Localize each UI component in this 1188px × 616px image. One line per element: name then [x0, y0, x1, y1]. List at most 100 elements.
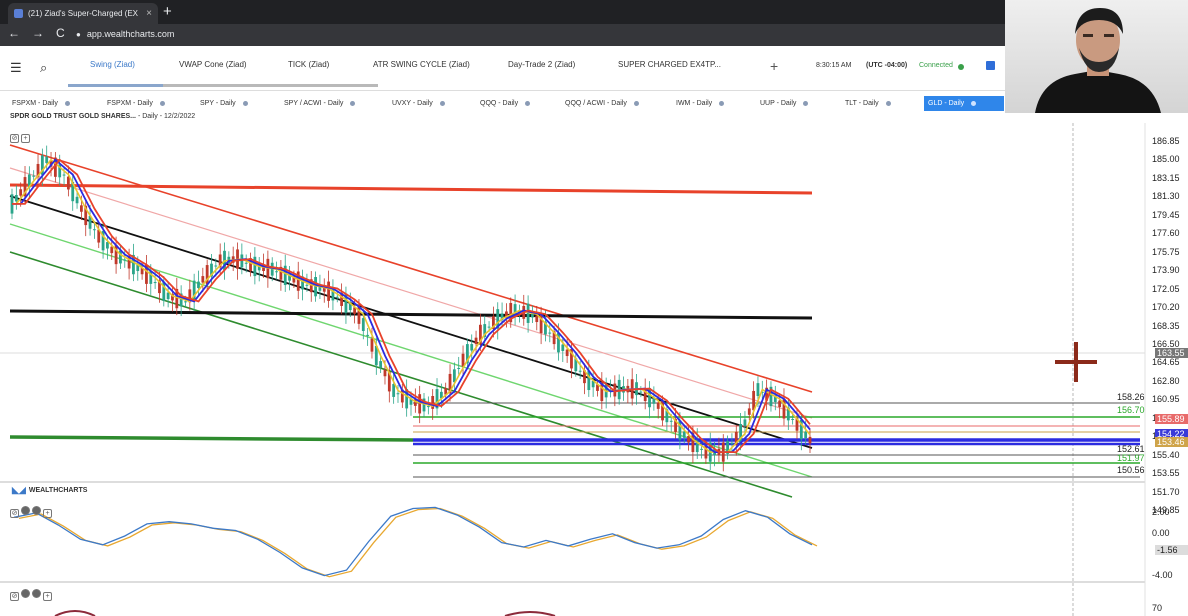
close-icon[interactable] [32, 589, 41, 598]
candle-body [93, 229, 96, 231]
candle-body [153, 282, 157, 284]
level-label: 150.56 [1117, 465, 1145, 475]
candle-body [275, 271, 278, 273]
candle-body [62, 174, 66, 176]
expand-icon[interactable]: + [43, 592, 52, 601]
reload-icon[interactable]: C [56, 26, 65, 40]
symbol-tab-dot-icon[interactable] [439, 101, 445, 106]
candle-body [682, 431, 686, 438]
candle-body [578, 370, 582, 372]
level-label: 156.70 [1117, 405, 1145, 415]
symbol-tab[interactable]: QQQ / ACWI - Daily [561, 96, 669, 111]
forward-arrow-icon[interactable]: → [32, 26, 44, 40]
candle-body [379, 361, 383, 368]
candle-body [743, 419, 747, 426]
price-chart[interactable] [0, 123, 1188, 616]
lower-pane-mark [504, 611, 556, 616]
candle-body [110, 246, 114, 254]
candle-body [19, 189, 23, 196]
symbol-tab[interactable]: UVXY - Daily [388, 96, 473, 111]
candle-body [32, 175, 36, 177]
url-text: app.wealthcharts.com [86, 29, 175, 39]
clock-time: 8:30:15 AM [816, 62, 852, 69]
symbol-tab-dot-icon[interactable] [525, 101, 531, 106]
horizontal-resistance-black [9, 309, 813, 320]
level-label: 155.89 [1155, 414, 1188, 424]
candle-body [535, 315, 539, 323]
tab-atr-swing-cycle[interactable]: ATR SWING CYCLE (Ziad) [373, 60, 470, 69]
settings-icon[interactable] [21, 589, 30, 598]
close-icon[interactable] [32, 506, 41, 515]
save-icon[interactable] [986, 61, 995, 70]
candle-body [366, 334, 370, 336]
horizontal-resistance-red [9, 183, 813, 195]
chart-info: SPDR GOLD TRUST GOLD SHARES... - Daily -… [10, 113, 195, 120]
candle-body [778, 400, 782, 408]
instrument-name: SPDR GOLD TRUST GOLD SHARES... [10, 113, 137, 120]
symbol-tab[interactable]: SPY - Daily [196, 96, 276, 111]
symbol-tab-label: FSPXM - Daily [12, 100, 58, 107]
symbol-tab-label: GLD - Daily [928, 100, 965, 107]
url-field[interactable]: ● app.wealthcharts.com [76, 29, 174, 39]
price-axis-tick: 153.55 [1152, 468, 1180, 479]
settings-icon[interactable] [21, 506, 30, 515]
oscillator-axis-tick: 0.00 [1152, 528, 1170, 538]
candle-body [561, 344, 565, 351]
candle-body [747, 408, 751, 415]
level-label: 153.46 [1155, 437, 1188, 447]
candle-body [791, 418, 795, 420]
candle-body [396, 393, 400, 395]
symbol-tab[interactable]: GLD - Daily [924, 96, 1004, 111]
connection-dot-icon [958, 64, 964, 70]
symbol-tab-dot-icon[interactable] [803, 101, 809, 106]
symbol-tab-label: QQQ / ACWI - Daily [565, 100, 627, 107]
symbol-tab[interactable]: FSPXM - Daily [8, 96, 98, 111]
menu-icon[interactable]: ☰ [10, 60, 22, 76]
price-axis-tick: 183.15 [1152, 172, 1180, 183]
symbol-tab[interactable]: QQQ - Daily [476, 96, 558, 111]
wealthcharts-logo: ◣◢ WEALTHCHARTS [12, 485, 88, 495]
tab-tick[interactable]: TICK (Ziad) [288, 60, 329, 69]
back-arrow-icon[interactable]: ← [8, 26, 20, 40]
site-info-icon[interactable]: ● [76, 30, 81, 39]
symbol-tab[interactable]: UUP - Daily [756, 96, 838, 111]
symbol-tab-dot-icon[interactable] [159, 101, 165, 106]
add-tab-button[interactable]: + [770, 58, 778, 74]
presenter-video-icon [1035, 8, 1161, 113]
symbol-tab[interactable]: IWM - Daily [672, 96, 752, 111]
tab-swing[interactable]: Swing (Ziad) [90, 60, 135, 69]
price-axis-tick: 177.60 [1152, 228, 1180, 239]
symbol-tab-dot-icon[interactable] [242, 101, 248, 106]
symbol-tab-label: SPY / ACWI - Daily [284, 100, 344, 107]
symbol-tab-dot-icon[interactable] [885, 101, 891, 106]
symbol-tab-dot-icon[interactable] [971, 101, 977, 106]
symbol-tab-dot-icon[interactable] [633, 101, 639, 106]
candle-body [197, 281, 200, 289]
expand-icon[interactable]: + [43, 509, 52, 518]
symbol-tab-dot-icon[interactable] [64, 101, 70, 106]
new-tab-button[interactable]: + [163, 3, 172, 21]
tab-super-charged[interactable]: SUPER CHARGED EX4TP... [618, 60, 721, 69]
symbol-tab-dot-icon[interactable] [350, 101, 356, 106]
candle-body [548, 332, 552, 334]
price-axis-tick: 186.85 [1152, 136, 1180, 146]
hide-icon[interactable]: ⊘ [10, 509, 19, 518]
symbol-tab-dot-icon[interactable] [719, 101, 725, 106]
candle-body [305, 284, 309, 286]
price-axis-tick: 168.35 [1152, 320, 1180, 331]
active-tab-indicator [68, 84, 163, 87]
candle-body [201, 276, 205, 283]
browser-tab[interactable]: (21) Ziad's Super-Charged (EX × [8, 3, 158, 24]
hide-icon[interactable]: ⊘ [10, 592, 19, 601]
tab-vwap-cone[interactable]: VWAP Cone (Ziad) [179, 60, 247, 69]
symbol-tab[interactable]: FSPXM - Daily [103, 96, 193, 111]
tab-close-icon[interactable]: × [146, 8, 152, 19]
price-axis-tick: 170.20 [1152, 302, 1180, 313]
oscillator-axis-tick: -1.56 [1155, 545, 1188, 555]
candle-body [392, 384, 396, 397]
symbol-tab[interactable]: SPY / ACWI - Daily [280, 96, 380, 111]
tab-day-trade-2[interactable]: Day-Trade 2 (Ziad) [508, 60, 575, 69]
search-icon[interactable]: ⌕ [40, 60, 47, 76]
symbol-tab[interactable]: TLT - Daily [841, 96, 921, 111]
price-axis-tick: 151.70 [1152, 486, 1180, 497]
